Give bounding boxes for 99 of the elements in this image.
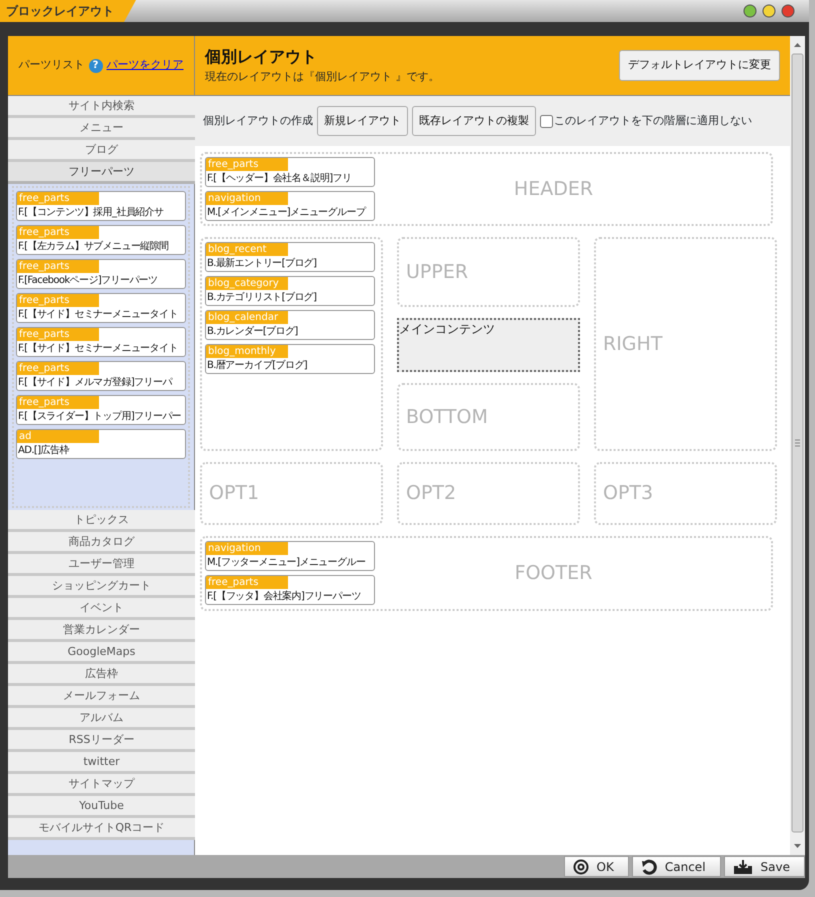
category-tab[interactable]: トピックス bbox=[8, 510, 195, 532]
category-tab[interactable]: ブログ bbox=[8, 140, 195, 162]
target-icon bbox=[572, 858, 589, 874]
category-tab[interactable]: サイト内検索 bbox=[8, 96, 195, 118]
part-type-label: ad bbox=[17, 430, 99, 443]
category-tab[interactable]: RSSリーダー bbox=[8, 730, 195, 752]
part-card[interactable]: free_parts F.[Facebookページ]フリーパーツ bbox=[16, 259, 186, 289]
download-tray-icon bbox=[732, 858, 753, 874]
part-name: F.[【左カラム】サブメニュー縦隙間 bbox=[17, 240, 170, 254]
part-card[interactable]: free_parts F.[【コンテンツ】採用_社員紹介サ bbox=[16, 191, 186, 221]
category-tab[interactable]: ユーザー管理 bbox=[8, 554, 195, 576]
category-tab[interactable]: サイトマップ bbox=[8, 774, 195, 796]
clear-parts-link[interactable]: パーツをクリア bbox=[106, 57, 184, 74]
part-name: B.カテゴリリスト[ブログ] bbox=[206, 290, 318, 305]
part-name: F.[【フッタ】会社案内]フリーパーツ bbox=[206, 590, 362, 604]
part-type-label: navigation bbox=[206, 542, 288, 555]
cancel-button[interactable]: Cancel bbox=[632, 856, 721, 877]
part-card[interactable]: blog_calendar B.カレンダー[ブログ] bbox=[205, 310, 375, 340]
part-type-label: navigation bbox=[206, 192, 288, 205]
part-card[interactable]: free_parts F.[【サイド】セミナーメニュータイト bbox=[16, 327, 186, 357]
part-name: F.[Facebookページ]フリーパーツ bbox=[17, 274, 159, 288]
part-card[interactable]: navigation M.[フッターメニュー]メニューグルー bbox=[205, 541, 375, 571]
part-type-label: blog_recent bbox=[206, 243, 288, 256]
layout-area[interactable]: free_parts F.[【ヘッダー】会社名＆説明]フリ navigation M.[メインメニュー]メニューグループ HEADER bbox=[200, 152, 773, 226]
part-type-label: free_parts bbox=[17, 362, 99, 375]
layout-description: 現在のレイアウトは『個別レイアウト 』です。 bbox=[205, 69, 440, 86]
category-tab[interactable]: 商品カタログ bbox=[8, 532, 195, 554]
part-name: F.[【サイド】セミナーメニュータイト bbox=[17, 342, 179, 356]
layout-area[interactable]: navigation M.[フッターメニュー]メニューグルー free_parts F.[【フッタ】会社案内]フリーパーツ FOOTER bbox=[200, 536, 773, 611]
part-card[interactable]: free_parts F.[【スライダー】トップ用]フリーパー bbox=[16, 395, 186, 425]
category-tab[interactable]: ショッピングカート bbox=[8, 576, 195, 598]
part-card[interactable]: ad AD.[]広告枠 bbox=[16, 429, 186, 459]
category-tab[interactable]: イベント bbox=[8, 598, 195, 620]
window-controls-drawing[interactable] bbox=[743, 4, 795, 18]
area-label: OPT1 bbox=[208, 481, 260, 506]
parts-list-title: パーツリスト bbox=[18, 57, 84, 74]
part-type-label: free_parts bbox=[17, 294, 99, 307]
layout-area[interactable]: blog_recent B.最新エントリー[ブログ] blog_category B.カテゴリリスト[ブログ] blog_calendar B.カレンダー[ブログ] blog_monthly B.暦アーカイブ[ブログ] bbox=[200, 237, 383, 451]
part-card[interactable]: free_parts F.[【サイド】セミナーメニュータイト bbox=[16, 293, 186, 323]
part-card[interactable]: free_parts F.[【ヘッダー】会社名＆説明]フリ bbox=[205, 157, 375, 187]
part-name: F.[【サイド】セミナーメニュータイト bbox=[17, 308, 179, 322]
area-label: UPPER bbox=[405, 260, 468, 285]
part-name: F.[【サイド】メルマガ登録]フリーパ bbox=[17, 376, 174, 390]
ok-button[interactable]: OK bbox=[564, 856, 629, 877]
part-type-label: free_parts bbox=[17, 226, 99, 239]
category-tab[interactable]: フリーパーツ bbox=[8, 162, 195, 184]
area-label: OPT3 bbox=[602, 481, 654, 506]
main-content-area[interactable]: メインコンテンツ bbox=[397, 318, 580, 372]
copy-layout-button[interactable]: 既存レイアウトの複製 bbox=[412, 106, 536, 136]
part-type-label: free_parts bbox=[17, 192, 99, 205]
category-tab[interactable]: 広告枠 bbox=[8, 664, 195, 686]
part-card[interactable]: blog_recent B.最新エントリー[ブログ] bbox=[205, 242, 375, 272]
part-card[interactable]: free_parts F.[【サイド】メルマガ登録]フリーパ bbox=[16, 361, 186, 391]
category-tab[interactable]: メニュー bbox=[8, 118, 195, 140]
category-tab[interactable]: モバイルサイトQRコード bbox=[8, 818, 195, 840]
area-label: BOTTOM bbox=[405, 404, 488, 430]
part-type-label: free_parts bbox=[17, 260, 99, 273]
part-card[interactable]: navigation M.[メインメニュー]メニューグループ bbox=[205, 191, 375, 221]
window-title: ブロックレイアウト bbox=[0, 0, 136, 22]
area-label: HEADER bbox=[512, 176, 594, 202]
create-layout-label: 個別レイアウトの作成 bbox=[203, 112, 313, 129]
part-type-label: blog_calendar bbox=[206, 311, 288, 324]
category-tab[interactable]: メールフォーム bbox=[8, 686, 195, 708]
area-label: OPT2 bbox=[405, 481, 456, 506]
save-button[interactable]: Save bbox=[724, 856, 805, 877]
part-name: F.[【スライダー】トップ用]フリーパー bbox=[17, 410, 182, 424]
category-tab[interactable]: GoogleMaps bbox=[8, 642, 195, 664]
part-type-label: free_parts bbox=[17, 328, 99, 341]
category-tab[interactable]: twitter bbox=[8, 752, 195, 774]
category-tab[interactable]: アルバム bbox=[8, 708, 195, 730]
part-type-label: free_parts bbox=[206, 576, 288, 589]
area-label: FOOTER bbox=[514, 561, 594, 586]
layout-title: 個別レイアウト bbox=[205, 46, 318, 68]
part-name: AD.[]広告枠 bbox=[17, 444, 70, 458]
part-card[interactable]: free_parts F.[【左カラム】サブメニュー縦隙間 bbox=[16, 225, 186, 255]
part-name: F.[【ヘッダー】会社名＆説明]フリ bbox=[206, 172, 352, 186]
no-inherit-label: このレイアウトを下の階層に適用しない bbox=[554, 112, 752, 129]
category-tab[interactable]: 営業カレンダー bbox=[8, 620, 195, 642]
part-card[interactable]: blog_monthly B.暦アーカイブ[ブログ] bbox=[205, 344, 375, 374]
default-layout-button[interactable]: デフォルトレイアウトに変更 bbox=[619, 50, 780, 81]
part-card[interactable]: blog_category B.カテゴリリスト[ブログ] bbox=[205, 276, 375, 306]
part-name: B.暦アーカイブ[ブログ] bbox=[206, 358, 308, 373]
area-label: メインコンテンツ bbox=[399, 321, 495, 338]
part-name: M.[フッターメニュー]メニューグルー bbox=[206, 556, 366, 570]
area-label: RIGHT bbox=[602, 332, 662, 357]
part-name: B.カレンダー[ブログ] bbox=[206, 324, 299, 339]
category-tab[interactable]: YouTube bbox=[8, 796, 195, 818]
help-icon[interactable]: ? bbox=[88, 58, 102, 72]
no-inherit-checkbox-box[interactable] bbox=[540, 114, 553, 128]
part-name: F.[【コンテンツ】採用_社員紹介サ bbox=[17, 206, 164, 220]
new-layout-button[interactable]: 新規レイアウト bbox=[317, 106, 408, 136]
part-card[interactable]: free_parts F.[【フッタ】会社案内]フリーパーツ bbox=[205, 575, 375, 605]
part-name: M.[メインメニュー]メニューグループ bbox=[206, 206, 367, 220]
part-type-label: blog_monthly bbox=[206, 345, 288, 358]
undo-icon bbox=[640, 858, 657, 874]
part-type-label: free_parts bbox=[17, 396, 99, 409]
part-type-label: blog_category bbox=[206, 277, 288, 290]
part-name: B.最新エントリー[ブログ] bbox=[206, 256, 318, 271]
part-type-label: free_parts bbox=[206, 158, 288, 171]
